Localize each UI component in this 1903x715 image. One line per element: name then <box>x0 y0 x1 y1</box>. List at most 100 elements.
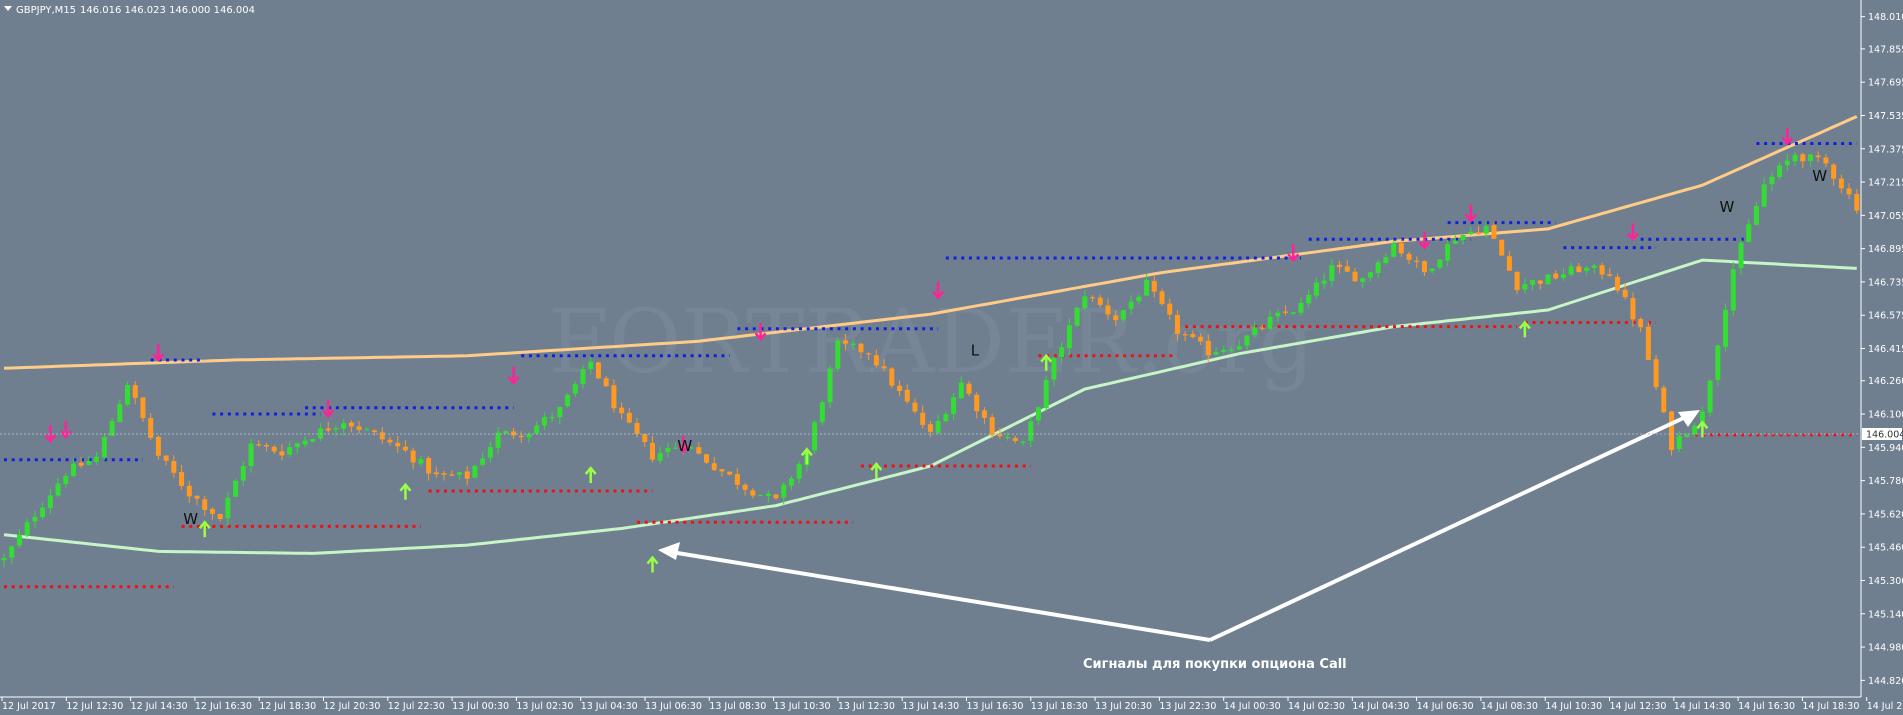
x-tick-label: 12 Jul 12:30 <box>66 701 123 712</box>
x-tick-label: 14 Jul 06:30 <box>1417 701 1474 712</box>
candle-body <box>1005 436 1011 439</box>
x-tick-label: 14 Jul 00:30 <box>1224 701 1281 712</box>
candle-body <box>943 413 949 422</box>
candle-body <box>433 472 439 475</box>
candle-body <box>1753 205 1759 225</box>
candle-body <box>1607 274 1613 276</box>
candle-body <box>1506 256 1512 271</box>
candle-body <box>1777 165 1783 178</box>
candle-body <box>611 385 617 409</box>
candle-body <box>1800 154 1806 162</box>
candle-body <box>480 458 486 465</box>
candle-body <box>449 474 455 476</box>
x-tick-label: 14 Jul 14:30 <box>1674 701 1731 712</box>
candle-body <box>1367 272 1373 278</box>
annotation-text: Сигналы для покупки опциона Call <box>1083 657 1347 672</box>
candle-body <box>1174 314 1180 334</box>
candle-body <box>1707 380 1713 413</box>
candle-body <box>920 412 926 426</box>
candle-body <box>1560 274 1566 278</box>
candle-body <box>1337 264 1343 268</box>
candle-body <box>503 431 509 434</box>
candle-body <box>464 471 470 479</box>
candle-body <box>487 447 493 458</box>
candle-body <box>1568 266 1574 275</box>
candle-body <box>101 436 107 458</box>
candle-body <box>318 428 324 439</box>
candle-body <box>1159 291 1165 304</box>
candle-body <box>1105 305 1111 315</box>
candle-body <box>217 513 223 520</box>
candle-body <box>989 417 995 436</box>
ohlc-label: 146.016 146.023 146.000 146.004 <box>80 5 255 16</box>
candle-body <box>534 425 540 434</box>
x-axis: 12 Jul 2017 12 Jul 12:30 12 Jul 14:30 12 Ju… <box>1 697 1903 712</box>
candle-body <box>1321 280 1327 284</box>
x-tick-label: 13 Jul 16:30 <box>967 701 1024 712</box>
candle-body <box>1437 259 1443 268</box>
candle-body <box>1259 327 1265 329</box>
candle-body <box>773 494 779 499</box>
candle-body <box>379 432 385 440</box>
candle-body <box>1329 265 1335 281</box>
candle-body <box>495 432 501 448</box>
candle-body <box>649 442 655 460</box>
candle-body <box>1838 178 1844 189</box>
y-tick-label: 146.415 <box>1868 344 1903 355</box>
y-tick-label: 147.215 <box>1868 178 1903 189</box>
x-tick-label: 14 Jul 16:30 <box>1738 701 1795 712</box>
candle-body <box>16 534 22 546</box>
candle-body <box>402 446 408 451</box>
x-tick-label: 13 Jul 12:30 <box>838 701 895 712</box>
candle-body <box>1622 289 1628 298</box>
candle-body <box>958 382 964 399</box>
candle-body <box>1645 326 1651 360</box>
x-tick-label: 13 Jul 18:30 <box>1031 701 1088 712</box>
candle-body <box>541 417 547 426</box>
signal-letter: W <box>677 437 692 455</box>
signal-letter: L <box>971 342 980 360</box>
candle-body <box>117 404 123 423</box>
candle-body <box>1599 265 1605 275</box>
watermark: FORTRADER.org <box>548 290 1315 393</box>
candle-body <box>70 463 76 476</box>
candle-body <box>997 434 1003 437</box>
symbol-label: GBPJPY,M15 <box>16 5 76 16</box>
candle-body <box>812 422 818 451</box>
y-axis: 148.010 147.855 147.695 147.535 147.375 147.2… <box>1861 12 1903 687</box>
candle-body <box>1676 435 1682 450</box>
candle-body <box>796 464 802 479</box>
candle-body <box>1283 311 1289 313</box>
candle-body <box>1344 266 1350 272</box>
signal-letter: W <box>183 510 198 528</box>
candle-body <box>9 546 15 558</box>
candle-body <box>1406 253 1412 260</box>
candle-body <box>263 445 269 447</box>
y-tick-label: 144.980 <box>1868 643 1903 654</box>
candle-body <box>981 410 987 418</box>
candle-body <box>1638 319 1644 328</box>
y-tick-label: 147.375 <box>1868 144 1903 155</box>
candle-body <box>1074 307 1080 326</box>
candle-body <box>94 456 100 463</box>
x-tick-label: 13 Jul 04:30 <box>581 701 638 712</box>
candle-body <box>1514 271 1520 291</box>
y-tick-label: 147.055 <box>1868 211 1903 222</box>
candle-body <box>341 423 347 429</box>
candle-body <box>1275 312 1281 317</box>
candle-body <box>194 495 200 499</box>
x-tick-label: 13 Jul 14:30 <box>902 701 959 712</box>
candle-body <box>40 507 46 518</box>
y-tick-label: 146.260 <box>1868 376 1903 387</box>
candle-body <box>163 455 169 461</box>
candle-body <box>1391 243 1397 257</box>
price-chart[interactable]: FORTRADER.org W W L W W Сигналы для покупки … <box>0 0 1903 715</box>
y-tick-label: 146.895 <box>1868 244 1903 255</box>
x-tick-label: 14 Jul 02:30 <box>1288 701 1345 712</box>
candle-body <box>1661 387 1667 413</box>
candle-body <box>657 453 663 461</box>
candle-body <box>1792 154 1798 162</box>
x-tick-label: 13 Jul 10:30 <box>774 701 831 712</box>
chart-window[interactable]: FORTRADER.org W W L W W Сигналы для покупки … <box>0 0 1903 715</box>
candle-body <box>1653 359 1659 388</box>
